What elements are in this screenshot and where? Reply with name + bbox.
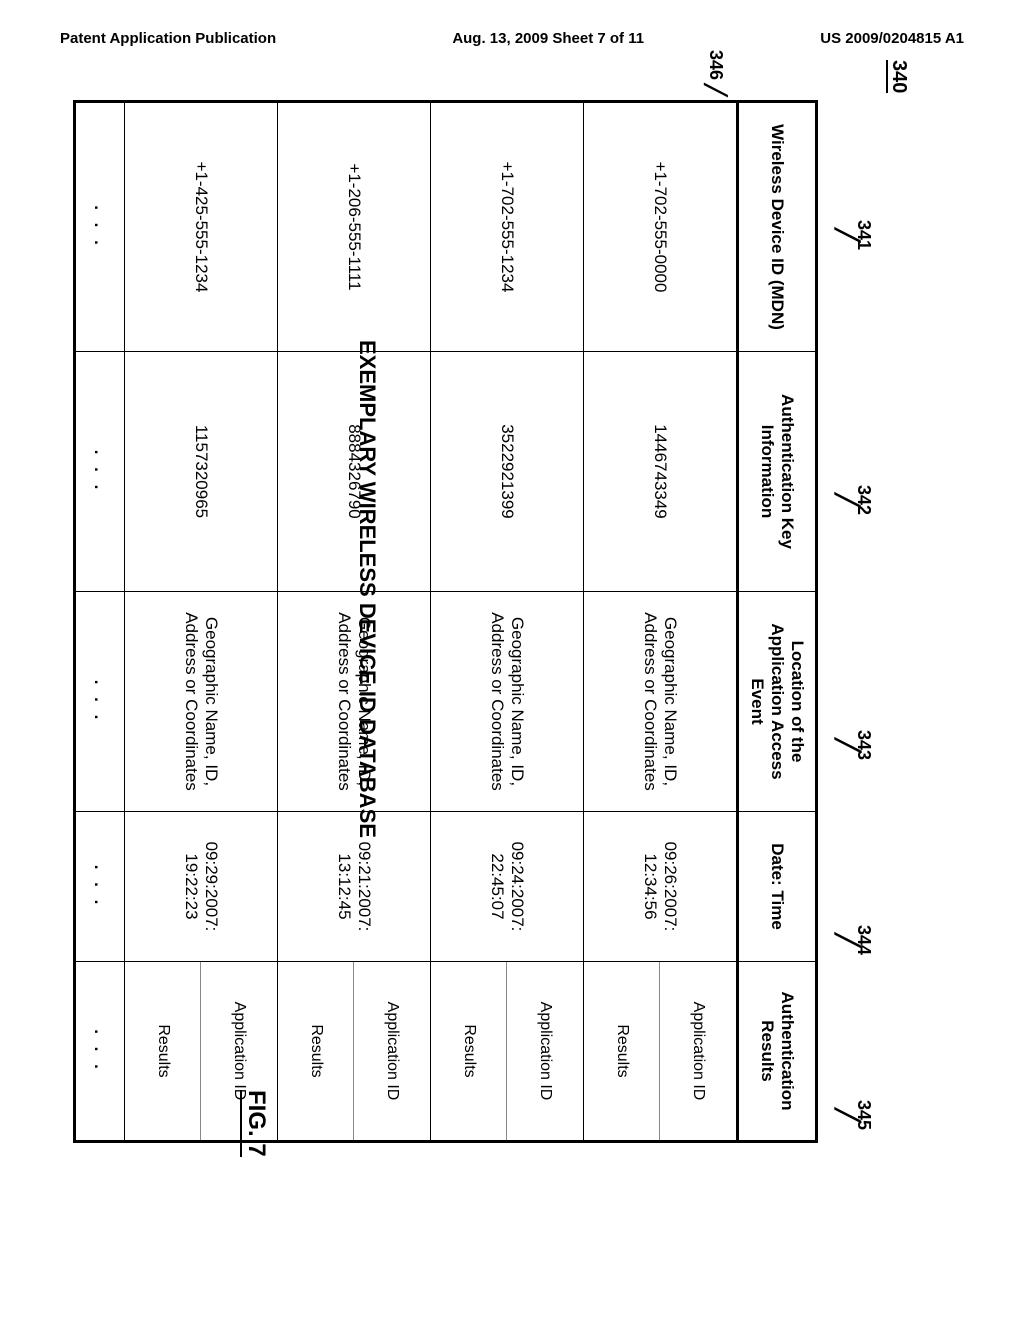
col-label-342: 342 ╱ bbox=[839, 370, 874, 630]
results-app-id: Application ID bbox=[660, 962, 736, 1140]
col-label-344: 344 ╱ bbox=[839, 860, 874, 1020]
cell-mdn: +1-702-555-1234 bbox=[431, 102, 584, 352]
lead-line-icon: ╱ bbox=[839, 1108, 853, 1121]
cell-results: Application ID Results bbox=[278, 962, 431, 1142]
results-subtable: Application ID Results bbox=[431, 962, 583, 1140]
cell-auth-key: 1157320965 bbox=[125, 352, 278, 592]
cell-location: Geographic Name, ID, Address or Coordina… bbox=[584, 592, 738, 812]
cell-date: 09:26:2007: 12:34:56 bbox=[584, 812, 738, 962]
results-value: Results bbox=[431, 962, 507, 1140]
cell-results: Application ID Results bbox=[431, 962, 584, 1142]
table-row: +1-702-555-0000 1446743349 Geographic Na… bbox=[584, 102, 738, 1142]
th-results: Authentication Results bbox=[738, 962, 817, 1142]
cell-mdn: +1-702-555-0000 bbox=[584, 102, 738, 352]
lead-line-icon: ╱ bbox=[703, 84, 728, 96]
cell-location: Geographic Name, ID, Address or Coordina… bbox=[125, 592, 278, 812]
ellipsis-icon: . . . bbox=[91, 1029, 110, 1073]
results-value: Results bbox=[125, 962, 201, 1140]
row-label-text: 346 bbox=[705, 50, 726, 80]
results-subtable: Application ID Results bbox=[584, 962, 736, 1140]
cell-auth-key: 1446743349 bbox=[584, 352, 738, 592]
cell-ellipsis: . . . bbox=[75, 592, 125, 812]
cell-location: Geographic Name, ID, Address or Coordina… bbox=[431, 592, 584, 812]
th-mdn: Wireless Device ID (MDN) bbox=[738, 102, 817, 352]
table-header-row: Wireless Device ID (MDN) Authentication … bbox=[738, 102, 817, 1142]
col-label-345: 345 ╱ bbox=[839, 1020, 874, 1210]
col-label-343: 343 ╱ bbox=[839, 630, 874, 860]
lead-line-icon: ╱ bbox=[839, 228, 853, 241]
lead-line-icon: ╱ bbox=[839, 493, 853, 506]
figure-number-label: 340 bbox=[886, 60, 910, 93]
figure-number: 340 bbox=[887, 60, 910, 93]
ellipsis-icon: . . . bbox=[91, 865, 110, 909]
lead-line-icon: ╱ bbox=[839, 738, 853, 751]
table-row: +1-425-555-1234 1157320965 Geographic Na… bbox=[125, 102, 278, 1142]
row-reference-346: 346 ╱ bbox=[703, 50, 728, 96]
column-reference-labels: 341 ╱ 342 ╱ 343 ╱ 344 ╱ 345 ╱ bbox=[839, 40, 874, 1210]
cell-ellipsis: . . . bbox=[75, 102, 125, 352]
cell-ellipsis: . . . bbox=[75, 962, 125, 1142]
lead-line-icon: ╱ bbox=[839, 933, 853, 946]
th-location: Location of the Application Access Event bbox=[738, 592, 817, 812]
cell-ellipsis: . . . bbox=[75, 812, 125, 962]
cell-date: 09:29:2007: 19:22:23 bbox=[125, 812, 278, 962]
ellipsis-icon: . . . bbox=[91, 205, 110, 249]
results-app-id: Application ID bbox=[507, 962, 583, 1140]
cell-results: Application ID Results bbox=[584, 962, 738, 1142]
cell-mdn: +1-206-555-1111 bbox=[278, 102, 431, 352]
table-row-ellipsis: . . . . . . . . . . . . . . . bbox=[75, 102, 125, 1142]
results-value: Results bbox=[584, 962, 660, 1140]
results-value: Results bbox=[278, 962, 354, 1140]
col-label-341: 341 ╱ bbox=[839, 100, 874, 370]
results-subtable: Application ID Results bbox=[278, 962, 430, 1140]
cell-auth-key: 3522921399 bbox=[431, 352, 584, 592]
ellipsis-icon: . . . bbox=[91, 680, 110, 724]
cell-mdn: +1-425-555-1234 bbox=[125, 102, 278, 352]
device-id-table: Wireless Device ID (MDN) Authentication … bbox=[73, 100, 818, 1143]
table-row: +1-702-555-1234 3522921399 Geographic Na… bbox=[431, 102, 584, 1142]
ellipsis-icon: . . . bbox=[91, 450, 110, 494]
th-auth-key: Authentication Key Information bbox=[738, 352, 817, 592]
figure-caption: EXEMPLARY WIRELESS DEVICE ID DATABASE bbox=[354, 340, 380, 838]
results-app-id: Application ID bbox=[354, 962, 430, 1140]
cell-date: 09:24:2007: 22:45:07 bbox=[431, 812, 584, 962]
figure-label: FIG. 7 bbox=[240, 1090, 270, 1157]
figure-content: 340 341 ╱ 342 ╱ 343 ╱ 344 ╱ 345 ╱ 346 ╱ … bbox=[110, 30, 910, 1290]
th-date: Date: Time bbox=[738, 812, 817, 962]
cell-ellipsis: . . . bbox=[75, 352, 125, 592]
